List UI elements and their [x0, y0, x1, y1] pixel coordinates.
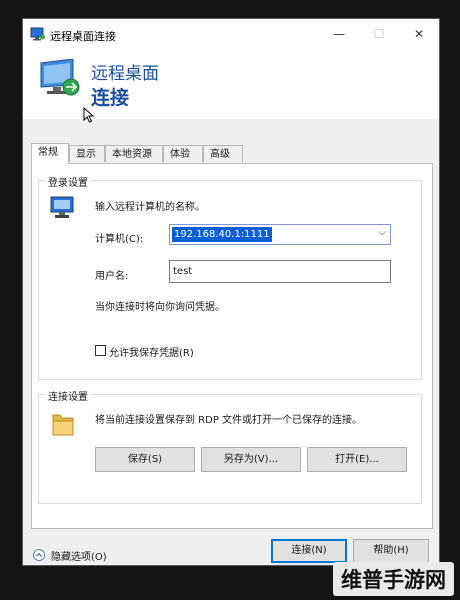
- tab-experience[interactable]: 体验: [163, 145, 203, 162]
- minimize-button[interactable]: —: [319, 19, 359, 49]
- computer-combobox[interactable]: 192.168.40.1:1111 ⌵: [169, 224, 391, 245]
- save-button[interactable]: 保存(S): [95, 447, 195, 472]
- tab-label: 常规: [38, 147, 58, 158]
- save-credentials-label[interactable]: 允许我保存凭据(R): [109, 344, 194, 359]
- open-button[interactable]: 打开(E)...: [307, 447, 407, 472]
- chevron-up-icon: [33, 549, 45, 561]
- credentials-hint: 当你连接时将向你询问凭据。: [95, 302, 225, 313]
- computer-icon: [50, 196, 74, 218]
- banner-title-line1: 远程桌面: [91, 64, 159, 84]
- maximize-icon: ☐: [373, 27, 385, 41]
- username-label: 用户名:: [95, 271, 129, 282]
- folder-icon: [52, 414, 74, 436]
- computer-value: 192.168.40.1:1111: [172, 227, 272, 242]
- tab-label: 体验: [170, 149, 190, 160]
- hide-options-label: 隐藏选项(O): [51, 552, 107, 563]
- tab-general[interactable]: 常规: [31, 143, 69, 164]
- tab-local-resources[interactable]: 本地资源: [105, 145, 163, 162]
- tab-label: 高级: [210, 149, 230, 160]
- login-settings-group: 登录设置 输入远程计算机的名称。 计算机(C): 192.168.40.1:11…: [38, 174, 422, 380]
- tab-display[interactable]: 显示: [69, 145, 105, 162]
- save-credentials-checkbox[interactable]: [95, 345, 106, 356]
- chevron-down-icon[interactable]: ⌵: [378, 227, 386, 238]
- login-settings-label: 登录设置: [45, 174, 91, 189]
- username-value: test: [173, 266, 193, 277]
- minimize-icon: —: [333, 27, 345, 41]
- close-button[interactable]: ✕: [399, 19, 439, 49]
- window-title: 远程桌面连接: [50, 30, 116, 43]
- watermark-logo: 维普手游网: [333, 562, 454, 596]
- tab-label: 显示: [76, 149, 96, 160]
- mouse-cursor-icon: [83, 107, 95, 123]
- tab-advanced[interactable]: 高级: [203, 145, 243, 162]
- close-icon: ✕: [413, 27, 425, 41]
- banner-title-line2: 连接: [91, 87, 130, 109]
- connection-settings-label: 连接设置: [45, 388, 91, 403]
- save-as-button[interactable]: 另存为(V)...: [201, 447, 301, 472]
- help-button[interactable]: 帮助(H): [353, 539, 429, 563]
- general-tab-panel: 登录设置 输入远程计算机的名称。 计算机(C): 192.168.40.1:11…: [31, 163, 433, 529]
- computer-label: 计算机(C):: [95, 234, 144, 245]
- username-input[interactable]: test: [169, 260, 391, 283]
- connection-settings-group: 连接设置 将当前连接设置保存到 RDP 文件或打开一个已保存的连接。 保存(S)…: [38, 388, 422, 504]
- tab-label: 本地资源: [112, 149, 152, 160]
- title-bar[interactable]: 远程桌面连接 — ☐ ✕: [23, 19, 439, 49]
- remote-desktop-logo-icon: [40, 59, 80, 96]
- remote-desktop-window: 远程桌面连接 — ☐ ✕ 远程桌面 连接 常规 显示 本地资源 体验 高级 登录…: [22, 18, 440, 566]
- maximize-button[interactable]: ☐: [359, 19, 399, 49]
- connection-description: 将当前连接设置保存到 RDP 文件或打开一个已保存的连接。: [95, 415, 363, 426]
- login-instruction: 输入远程计算机的名称。: [95, 202, 205, 213]
- connect-button[interactable]: 连接(N): [271, 539, 347, 563]
- remote-desktop-app-icon: [30, 27, 45, 41]
